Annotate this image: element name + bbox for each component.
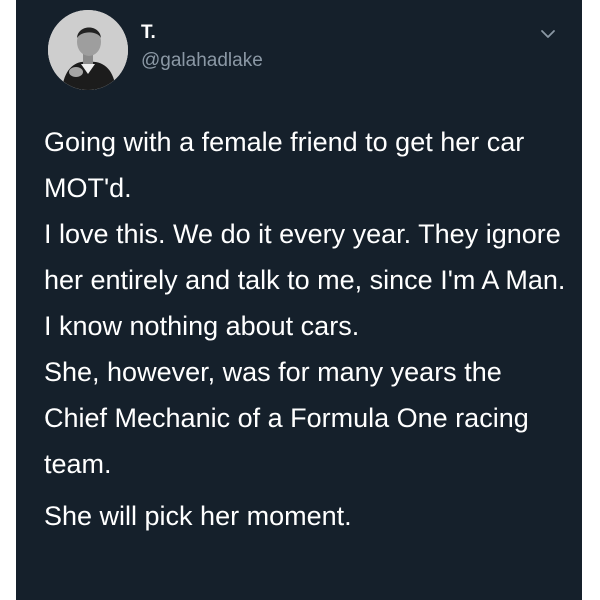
tweet-paragraph: Going with a female friend to get her ca…: [44, 127, 525, 203]
user-handle[interactable]: @galahadlake: [141, 50, 263, 72]
tweet-paragraph: She will pick her moment.: [44, 501, 352, 531]
tweet-text: Going with a female friend to get her ca…: [44, 119, 569, 539]
avatar[interactable]: [48, 10, 128, 90]
tweet-card: T. @galahadlake Going with a female frie…: [16, 0, 582, 600]
chevron-down-icon[interactable]: [538, 24, 558, 44]
tweet-paragraph: I love this. We do it every year. They i…: [44, 219, 566, 341]
avatar-photo: [48, 10, 128, 90]
display-name[interactable]: T.: [141, 22, 156, 44]
tweet-paragraph: She, however, was for many years the Chi…: [44, 357, 529, 479]
